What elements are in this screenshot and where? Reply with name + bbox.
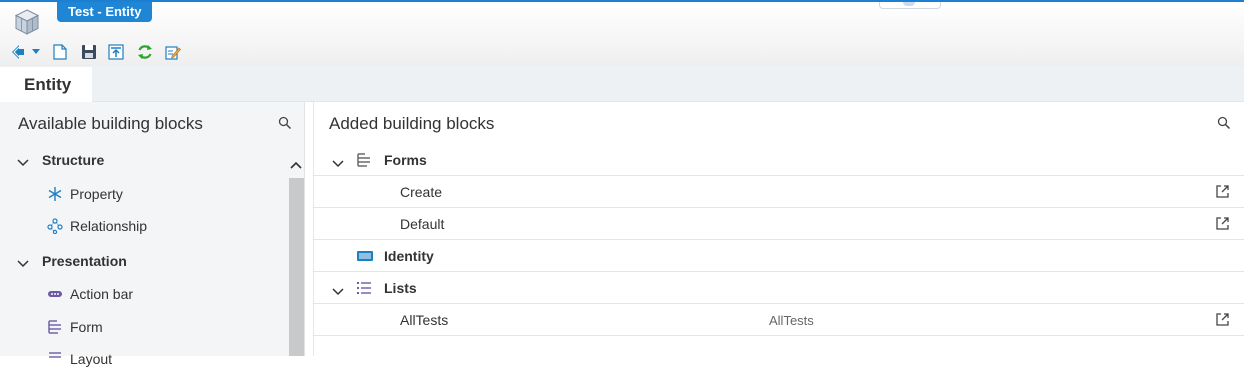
document-tab[interactable]: Test - Entity [57,2,153,22]
form-icon [356,152,372,168]
form-icon [47,319,63,335]
tree-row-default[interactable]: Default [313,208,1244,240]
action-bar-icon [47,286,63,302]
group-label: Presentation [42,253,127,269]
open-external-icon[interactable] [1215,312,1230,327]
window-pull-tab[interactable] [879,2,941,9]
search-icon[interactable] [1217,116,1231,130]
dropdown-arrow-icon[interactable] [31,44,41,60]
tree-row-create[interactable]: Create [313,176,1244,208]
block-item-label: Action bar [70,286,134,302]
block-item-label: Property [70,186,123,202]
block-item-relationship[interactable]: Relationship [0,212,288,240]
block-item-layout[interactable]: Layout [0,345,288,373]
layout-icon [47,351,63,367]
chevron-down-icon[interactable] [332,155,344,171]
chevron-down-icon [17,154,29,170]
tree-row-forms[interactable]: Forms [313,144,1244,176]
navigate-back-icon[interactable] [10,44,26,60]
relationship-nodes-icon [47,218,63,235]
title-bar: Test - Entity [0,0,1244,66]
edit-icon[interactable] [165,44,181,60]
group-label: Structure [42,152,105,168]
scroll-up-arrow-icon[interactable] [288,156,304,176]
tree-row-identity[interactable]: Identity [313,240,1244,272]
open-external-icon[interactable] [1215,216,1230,231]
tree-row-lists[interactable]: Lists [313,272,1244,304]
identity-icon [356,248,373,264]
new-document-icon[interactable] [52,44,68,60]
group-presentation[interactable]: Presentation [0,247,288,275]
refresh-icon[interactable] [137,44,153,60]
search-icon[interactable] [278,116,292,130]
block-item-action-bar[interactable]: Action bar [0,280,288,308]
publish-icon[interactable] [108,44,124,60]
group-structure[interactable]: Structure [0,146,288,174]
app-cube-logo-icon [14,8,40,36]
added-blocks-title: Added building blocks [329,114,495,133]
row-label: Identity [384,248,434,264]
tree-row-alltests[interactable]: AllTests AllTests [313,304,1244,336]
property-asterisk-icon [47,186,63,202]
block-item-label: Form [70,319,103,335]
chevron-down-icon[interactable] [332,283,344,299]
block-item-label: Layout [70,351,113,367]
row-label: Lists [384,280,417,296]
save-icon[interactable] [81,44,97,60]
chevron-down-icon [17,255,29,271]
available-blocks-title: Available building blocks [18,114,203,133]
tab-entity[interactable]: Entity [0,67,92,102]
row-label: Forms [384,152,427,168]
block-item-property[interactable]: Property [0,180,288,208]
block-item-label: Relationship [70,218,148,234]
block-item-form[interactable]: Form [0,313,288,341]
ribbon-bar [0,66,1244,102]
row-label: Create [400,184,443,200]
open-external-icon[interactable] [1215,184,1230,199]
scrollbar-thumb[interactable] [289,178,304,356]
row-label: Default [400,216,445,232]
row-label: AllTests [400,312,449,328]
row-detail: AllTests [769,313,814,328]
list-icon [356,280,372,296]
